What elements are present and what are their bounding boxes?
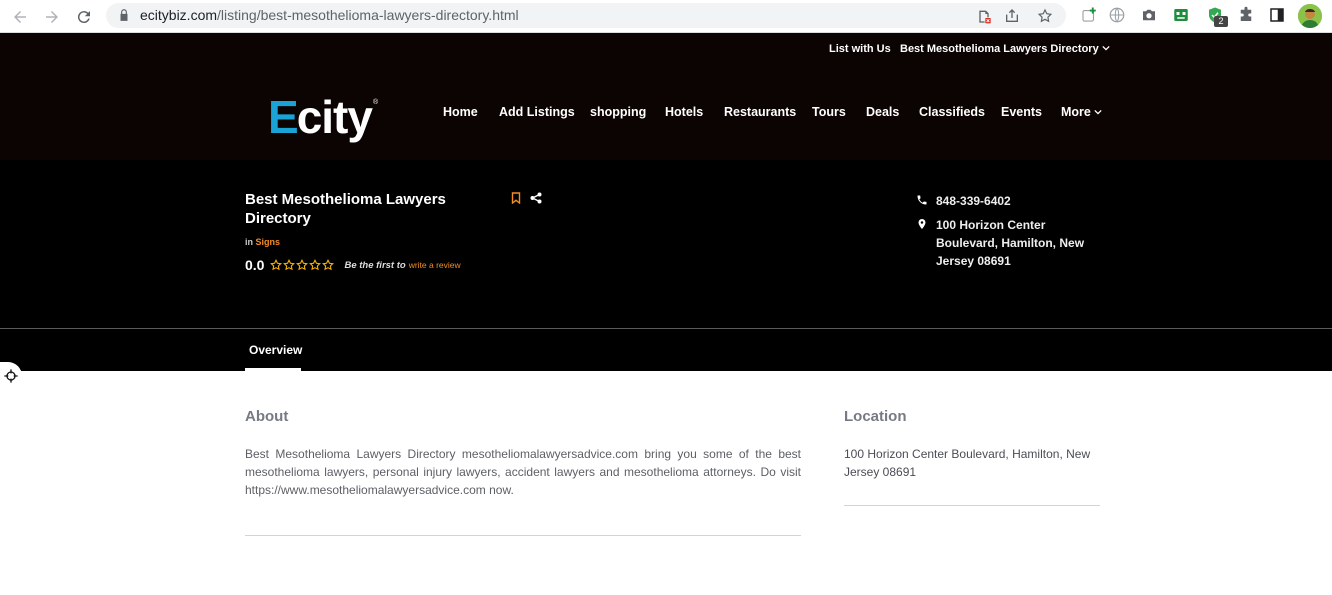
side-panel-icon[interactable] <box>1268 6 1286 24</box>
star-outline-icon <box>322 259 335 271</box>
lock-icon <box>120 9 128 21</box>
phone-icon <box>917 195 927 205</box>
forward-button[interactable] <box>39 4 65 30</box>
map-pin-icon <box>918 219 926 229</box>
listing-actions <box>510 192 542 204</box>
location-address: 100 Horizon Center Boulevard, Hamilton, … <box>844 447 1091 479</box>
about-divider <box>245 535 801 536</box>
robot-extension-icon[interactable] <box>1172 6 1190 24</box>
star-rating <box>270 259 335 271</box>
back-arrow-icon <box>14 11 26 23</box>
forward-arrow-icon <box>46 11 58 23</box>
first-review-text: Be the first to <box>344 259 406 271</box>
write-review-link[interactable]: write a review <box>409 260 461 270</box>
share-icon[interactable] <box>1004 8 1020 24</box>
site-header: List with Us Best Mesothelioma Lawyers D… <box>0 33 1332 160</box>
star-outline-icon <box>296 259 309 271</box>
about-text: Best Mesothelioma Lawyers Directory meso… <box>245 447 801 497</box>
category-link[interactable]: Signs <box>256 237 281 247</box>
move-tool-handle[interactable] <box>0 362 22 390</box>
bookmark-icon[interactable] <box>510 192 522 204</box>
menu-restaurants[interactable]: Restaurants <box>724 105 796 119</box>
star-outline-icon <box>283 259 296 271</box>
star-outline-icon <box>270 259 283 271</box>
directory-dropdown[interactable]: Best Mesothelioma Lawyers Directory <box>900 43 1110 55</box>
phone-row[interactable]: 848-339-6402 <box>916 192 1086 210</box>
menu-more-label: More <box>1061 105 1091 119</box>
in-label: in <box>245 237 253 247</box>
menu-events[interactable]: Events <box>1001 105 1042 119</box>
profile-avatar[interactable] <box>1298 4 1322 28</box>
move-tool-icon <box>4 369 18 383</box>
extension-badge: 2 <box>1214 16 1228 27</box>
list-with-us-link[interactable]: List with Us <box>829 43 891 55</box>
share-nodes-icon[interactable] <box>530 192 542 204</box>
globe-extension-icon[interactable] <box>1108 6 1126 24</box>
menu-tours[interactable]: Tours <box>812 105 846 119</box>
listing-hero: Best Mesothelioma Lawyers Directory in S… <box>0 160 1332 371</box>
back-button[interactable] <box>7 4 33 30</box>
hero-divider <box>0 328 1332 329</box>
browser-toolbar: ecitybiz.com/listing/best-mesothelioma-l… <box>0 0 1332 33</box>
address-row: 100 Horizon Center Boulevard, Hamilton, … <box>916 216 1086 270</box>
menu-more[interactable]: More <box>1061 105 1103 119</box>
address-bar[interactable]: ecitybiz.com/listing/best-mesothelioma-l… <box>106 3 1066 28</box>
menu-home[interactable]: Home <box>443 105 478 119</box>
chevron-down-icon <box>1094 109 1103 115</box>
star-outline-icon <box>309 259 322 271</box>
logo-e: E <box>268 91 299 143</box>
listing-title: Best Mesothelioma Lawyers Directory <box>245 191 446 227</box>
chevron-down-icon <box>1102 45 1110 51</box>
menu-add-listings[interactable]: Add Listings <box>499 105 575 119</box>
location-heading: Location <box>844 408 907 425</box>
reload-button[interactable] <box>71 4 97 30</box>
category-line: in Signs <box>245 237 280 247</box>
logo-registered-mark: ® <box>372 99 379 106</box>
ecity-logo[interactable]: E city ® <box>268 91 379 143</box>
active-tab-underline <box>245 368 301 371</box>
location-divider <box>844 505 1100 506</box>
url-text: ecitybiz.com/listing/best-mesothelioma-l… <box>140 7 519 23</box>
directory-dropdown-label: Best Mesothelioma Lawyers Directory <box>900 43 1099 55</box>
menu-shopping[interactable]: shopping <box>590 105 646 119</box>
phone-number: 848-339-6402 <box>936 194 1011 208</box>
add-extension-icon[interactable] <box>1080 6 1098 24</box>
tab-overview-label: Overview <box>249 343 303 357</box>
menu-hotels[interactable]: Hotels <box>665 105 703 119</box>
blocked-popup-icon[interactable] <box>976 8 992 24</box>
rating-value: 0.0 <box>245 257 265 273</box>
tab-overview[interactable]: Overview <box>245 329 303 371</box>
logo-city: city <box>296 91 373 143</box>
puzzle-extensions-icon[interactable] <box>1237 6 1255 24</box>
reload-icon <box>77 11 90 24</box>
menu-classifieds[interactable]: Classifieds <box>919 105 985 119</box>
camera-extension-icon[interactable] <box>1140 6 1158 24</box>
about-heading: About <box>245 408 289 425</box>
menu-deals[interactable]: Deals <box>866 105 899 119</box>
rating-row: 0.0 Be the first to write a review <box>245 257 461 273</box>
bookmark-star-icon[interactable] <box>1037 8 1053 24</box>
address-text: 100 Horizon Center Boulevard, Hamilton, … <box>936 218 1085 268</box>
